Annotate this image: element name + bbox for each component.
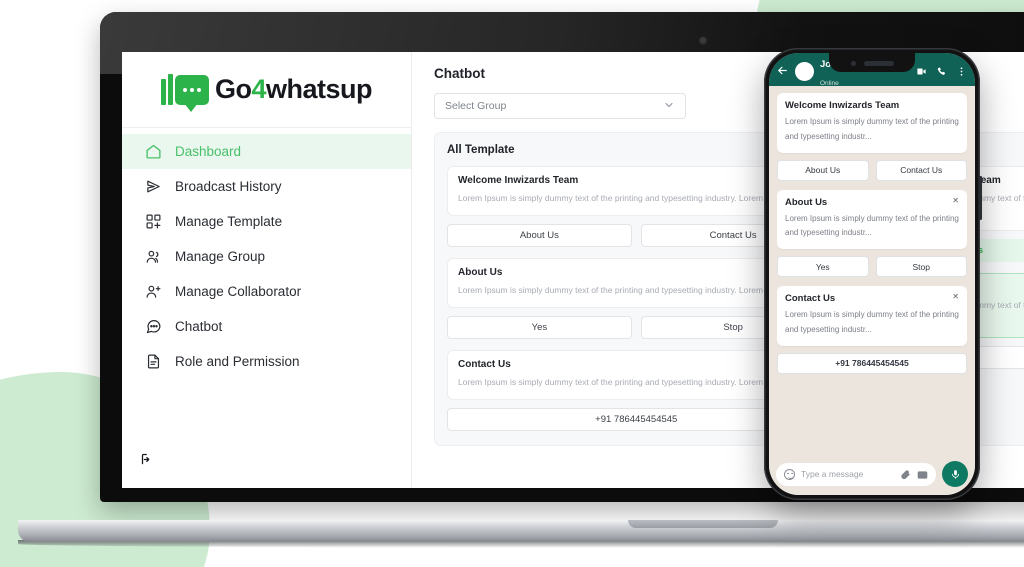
sidebar-item-label: Manage Template	[175, 214, 283, 229]
card-title: About Us	[458, 266, 503, 278]
sidebar: Go4whatsup Dashboard Broadcast History M…	[122, 52, 412, 488]
message-card: Welcome Inwizards Team Lorem Ipsum is si…	[777, 93, 967, 153]
message-input[interactable]: Type a message	[776, 462, 936, 486]
brand-name-suffix: whatsup	[266, 74, 373, 104]
laptop-webcam-icon	[698, 36, 707, 45]
brand-logo: Go4whatsup	[122, 52, 411, 128]
card-body: Lorem Ipsum is simply dummy text of the …	[458, 284, 796, 295]
back-arrow-icon[interactable]	[776, 64, 789, 79]
chat-message: About Us ✕ Lorem Ipsum is simply dummy t…	[777, 189, 967, 278]
sidebar-item-manage-collaborator[interactable]: Manage Collaborator	[122, 274, 411, 309]
sidebar-item-manage-template[interactable]: Manage Template	[122, 204, 411, 239]
message-header: About Us ✕	[785, 196, 959, 208]
template-button[interactable]: Yes	[447, 315, 632, 339]
brand-name-accent: 4	[251, 74, 266, 104]
logout-icon[interactable]	[140, 452, 155, 472]
document-icon	[144, 353, 162, 371]
close-icon[interactable]: ✕	[952, 196, 959, 205]
logo-dot-2	[189, 88, 194, 92]
message-input-placeholder: Type a message	[801, 469, 864, 479]
sidebar-item-label: Broadcast History	[175, 179, 282, 194]
chat-bubble-icon	[144, 318, 162, 336]
emoji-icon[interactable]	[784, 468, 795, 480]
message-body: Lorem Ipsum is simply dummy text of the …	[785, 310, 959, 334]
microphone-icon[interactable]	[942, 461, 968, 487]
close-icon[interactable]: ✕	[952, 293, 959, 301]
message-card: About Us ✕ Lorem Ipsum is simply dummy t…	[777, 189, 967, 250]
message-title: Contact Us	[785, 293, 836, 305]
logo-bar-1	[160, 79, 166, 105]
message-header: Contact Us ✕	[785, 293, 959, 305]
front-camera-icon	[850, 61, 856, 66]
sidebar-item-chatbot[interactable]: Chatbot	[122, 309, 411, 344]
phone-frame: Jointh Smith Online	[764, 48, 982, 500]
sidebar-item-dashboard[interactable]: Dashboard	[122, 134, 411, 169]
sidebar-nav: Dashboard Broadcast History Manage Templ…	[122, 128, 411, 452]
more-options-icon[interactable]	[956, 66, 967, 77]
message-buttons: +91 786445454545	[777, 352, 967, 374]
user-plus-icon	[144, 283, 162, 301]
chat-message: Welcome Inwizards Team Lorem Ipsum is si…	[777, 93, 967, 181]
chat-input-bar: Type a message	[769, 456, 975, 495]
message-buttons: About Us Contact Us	[777, 159, 967, 181]
video-call-icon[interactable]	[916, 66, 927, 77]
page-root: Go4whatsup Dashboard Broadcast History M…	[0, 0, 1024, 567]
message-header: Welcome Inwizards Team	[785, 100, 959, 111]
logo-dot-1	[182, 88, 187, 92]
sidebar-item-manage-group[interactable]: Manage Group	[122, 239, 411, 274]
users-icon	[144, 248, 162, 266]
message-title: About Us	[785, 196, 828, 208]
header-actions	[916, 66, 967, 77]
sidebar-item-label: Dashboard	[175, 144, 242, 159]
earpiece-speaker	[863, 61, 894, 66]
chat-body: Welcome Inwizards Team Lorem Ipsum is si…	[769, 86, 975, 456]
sidebar-item-label: Manage Group	[175, 249, 266, 264]
chat-message: Contact Us ✕ Lorem Ipsum is simply dummy…	[777, 286, 967, 374]
message-body: Lorem Ipsum is simply dummy text of the …	[785, 213, 959, 238]
laptop-base	[18, 520, 1024, 542]
card-body: Lorem Ipsum is simply dummy text of the …	[458, 376, 796, 387]
card-title: Contact Us	[458, 358, 511, 370]
message-card: Contact Us ✕ Lorem Ipsum is simply dummy…	[777, 286, 967, 346]
sidebar-item-label: Role and Permission	[175, 354, 300, 369]
sidebar-item-label: Chatbot	[175, 319, 223, 334]
sidebar-footer	[122, 452, 411, 488]
phone-call-icon[interactable]	[936, 66, 947, 77]
phone-power-button[interactable]	[979, 176, 982, 220]
logo-speech-bubble-icon	[174, 75, 209, 112]
avatar[interactable]	[795, 62, 814, 81]
select-group-dropdown[interactable]: Select Group	[434, 93, 686, 119]
logo-dot-3	[196, 88, 201, 92]
grid-plus-icon	[144, 213, 162, 231]
message-body: Lorem Ipsum is simply dummy text of the …	[785, 117, 959, 141]
logo-mark-icon	[160, 74, 209, 112]
phone-mockup: Jointh Smith Online	[764, 48, 982, 500]
card-body: Lorem Ipsum is simply dummy text of the …	[458, 193, 796, 203]
attachment-icon[interactable]	[900, 469, 911, 480]
logo-bar-2	[167, 74, 173, 105]
message-reply-button[interactable]: Contact Us	[875, 159, 967, 181]
message-reply-button[interactable]: Yes	[777, 256, 869, 278]
phone-notch	[829, 53, 915, 72]
sidebar-item-label: Manage Collaborator	[175, 284, 302, 299]
brand-name: Go4whatsup	[214, 74, 373, 105]
message-buttons: Yes Stop	[777, 256, 967, 278]
camera-icon[interactable]	[917, 469, 928, 480]
chevron-down-icon	[663, 99, 675, 114]
home-icon	[144, 143, 162, 161]
sidebar-item-broadcast-history[interactable]: Broadcast History	[122, 169, 411, 204]
message-reply-button[interactable]: Stop	[875, 256, 967, 278]
phone-screen: Jointh Smith Online	[769, 53, 975, 495]
message-phone-button[interactable]: +91 786445454545	[777, 352, 967, 374]
sidebar-item-role-and-permission[interactable]: Role and Permission	[122, 344, 411, 379]
message-title: Welcome Inwizards Team	[785, 100, 900, 111]
select-group-value: Select Group	[445, 100, 507, 112]
message-reply-button[interactable]: About Us	[777, 159, 869, 181]
template-button[interactable]: About Us	[447, 223, 632, 247]
card-title: Welcome Inwizards Team	[458, 175, 579, 186]
brand-name-prefix: Go	[214, 74, 252, 104]
send-icon	[144, 178, 162, 196]
